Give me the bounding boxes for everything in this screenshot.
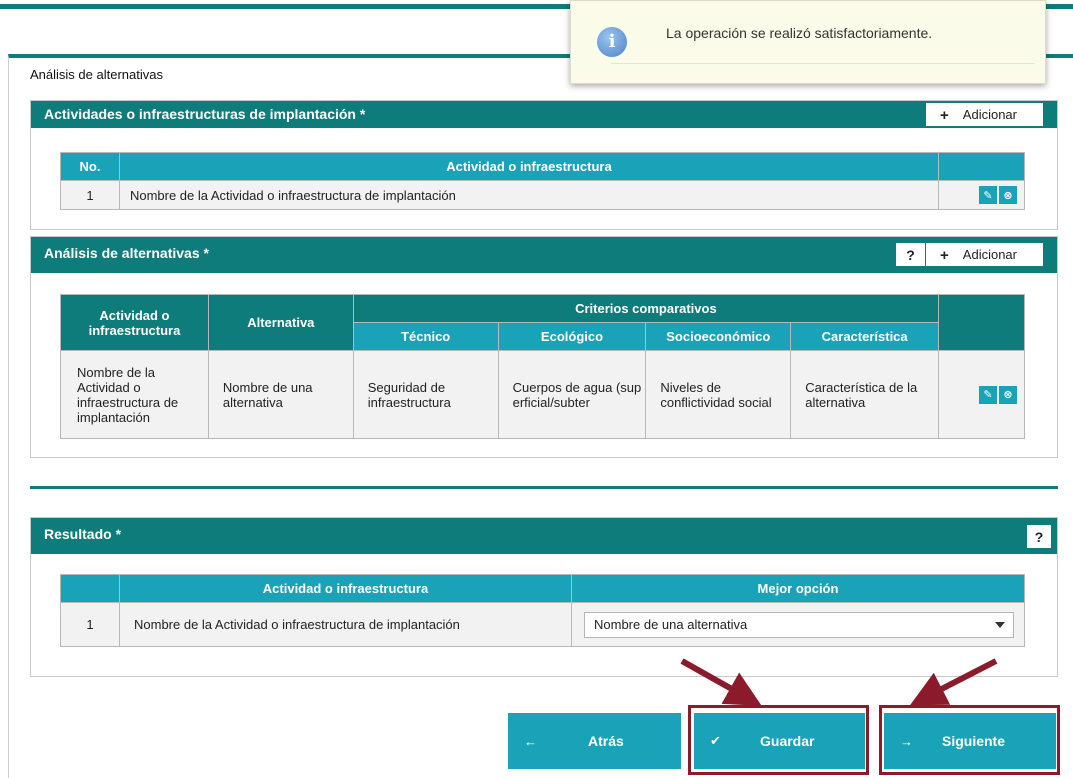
actividades-actions: + Adicionar [926,103,1043,126]
pencil-icon[interactable]: ✎ [979,186,997,204]
pencil-icon[interactable]: ✎ [979,385,997,404]
row-name: Nombre de la Actividad o infraestructura… [118,180,940,210]
mejor-opcion-value: Nombre de una alternativa [594,617,748,632]
resultado-table: Actividad o infraestructura Mejor opción… [60,574,1025,647]
row-no: 1 [60,602,120,647]
col-caracteristica: Característica [790,322,940,351]
cell-actividad: Nombre de la Actividad o infraestructura… [60,350,209,439]
resultado-section: Resultado * ? Actividad o infraestructur… [30,517,1058,677]
back-button[interactable]: ← Atrás [508,713,681,769]
cell-tecnico: Seguridad de infraestructura [352,350,499,439]
add-actividad-button[interactable]: + Adicionar [926,103,1043,126]
row-actions: ✎ ⊗ [938,180,1025,210]
cell-alternativa: Nombre de una alternativa [207,350,354,439]
row-actions: ✎ ⊗ [938,350,1025,439]
help-button[interactable]: ? [1027,525,1051,548]
page-title: Análisis de alternativas [30,67,163,82]
add-alternativa-button[interactable]: + Adicionar [926,243,1043,266]
col-mejor-opcion: Mejor opción [571,574,1025,603]
add-actividad-label: Adicionar [962,107,1017,122]
col-socioeconomico: Socioeconómico [645,322,792,351]
col-tecnico: Técnico [352,322,499,351]
table-row: 1 Nombre de la Actividad o infraestructu… [60,602,1025,647]
row-select-cell: Nombre de una alternativa [571,602,1025,647]
actividades-section: Actividades o infraestructuras de implan… [30,100,1058,230]
actividades-table: No. Actividad o infraestructura 1 Nombre… [60,152,1025,210]
col-no [60,574,120,603]
col-actions [938,294,1025,351]
back-label: Atrás [588,733,624,749]
resultado-actions: ? [1027,525,1051,548]
plus-icon: + [940,107,949,124]
col-no: No. [60,152,120,181]
section-divider [30,486,1058,489]
analisis-actions: ? + Adicionar [896,243,1043,266]
actividades-header-title: Actividades o infraestructuras de implan… [44,106,366,122]
table-row: 1 Nombre de la Actividad o infraestructu… [60,180,1025,210]
mejor-opcion-select[interactable]: Nombre de una alternativa [584,611,1014,638]
notification-message: La operación se realizó satisfactoriamen… [666,25,933,41]
next-highlight-box [879,705,1060,775]
close-circle-icon[interactable]: ⊗ [999,385,1017,404]
success-notification: i La operación se realizó satisfactoriam… [570,0,1046,84]
col-alternativa: Alternativa [207,294,354,351]
actividades-header: Actividades o infraestructuras de implan… [31,101,1057,128]
table-row: Nombre de la Actividad o infraestructura… [60,350,1025,439]
col-criterios: Criterios comparativos [352,294,940,323]
plus-icon: + [940,247,949,264]
col-ecologico: Ecológico [497,322,647,351]
analisis-table: Actividad o infraestructura Alternativa … [60,294,1025,439]
cell-ecologico: Cuerpos de agua (superficial/subter [497,350,647,439]
save-highlight-box [688,705,869,775]
analisis-header: Análisis de alternativas * ? + Adicionar [31,237,1057,273]
add-alternativa-label: Adicionar [962,247,1017,262]
notification-divider [611,63,1035,64]
analisis-section: Análisis de alternativas * ? + Adicionar… [30,236,1058,458]
col-actividad: Actividad o infraestructura [119,574,572,603]
chevron-down-icon [995,621,1005,628]
col-actividad: Actividad o infraestructura [118,152,940,181]
analisis-header-title: Análisis de alternativas * [44,245,209,261]
cell-socioeconomico: Niveles de conflictividad social [645,350,792,439]
row-name: Nombre de la Actividad o infraestructura… [119,602,572,647]
help-button[interactable]: ? [896,243,927,266]
row-no: 1 [60,180,120,210]
info-icon: i [597,27,627,57]
resultado-header-title: Resultado * [44,526,122,542]
resultado-header: Resultado * ? [31,518,1057,554]
cell-caracteristica: Característica de la alternativa [790,350,940,439]
close-circle-icon[interactable]: ⊗ [999,186,1017,204]
col-actions [938,152,1025,181]
col-actividad: Actividad o infraestructura [60,294,209,351]
arrow-left-icon: ← [524,733,537,749]
